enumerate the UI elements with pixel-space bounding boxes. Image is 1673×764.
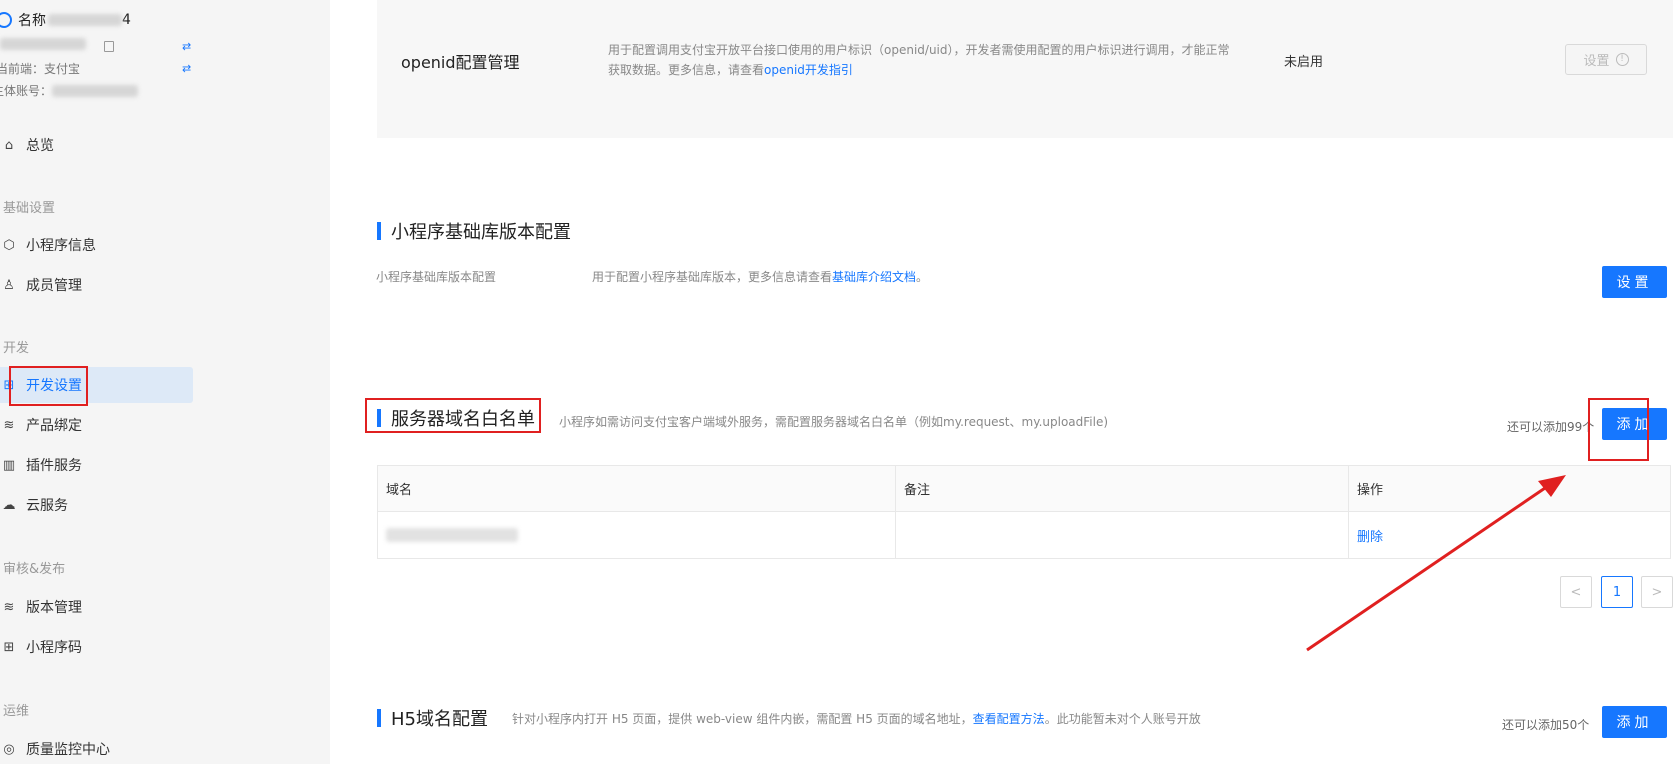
openid-guide-link[interactable]: openid开发指引	[764, 63, 853, 77]
table-row: 删除	[378, 512, 1670, 558]
platform-label: 当前端：	[0, 62, 45, 76]
base-lib-title-text: 小程序基础库版本配置	[391, 222, 571, 243]
nav-quality-center-label: 质量监控中心	[26, 742, 110, 758]
cell-action: 删除	[1349, 512, 1670, 558]
section-bar	[377, 709, 381, 727]
h5-config-method-link[interactable]: 查看配置方法	[973, 712, 1045, 726]
h5-domain-title: H5域名配置	[377, 705, 488, 731]
nav-cloud-service[interactable]: ☁ 云服务	[0, 487, 193, 523]
nav-cloud-service-label: 云服务	[26, 498, 68, 514]
annotation-box-add-button	[1588, 398, 1649, 461]
cube-icon: ⬡	[3, 237, 15, 253]
h5-domain-description: 针对小程序内打开 H5 页面，提供 web-view 组件内嵌，需配置 H5 页…	[512, 710, 1201, 727]
server-domain-table: 域名 备注 操作 删除	[377, 465, 1671, 559]
user-group-icon: ♙	[3, 277, 15, 293]
account-name-label: 名称	[18, 13, 46, 29]
copy-icon[interactable]	[104, 41, 114, 52]
nav-mini-info-label: 小程序信息	[26, 238, 96, 254]
nav-mini-info[interactable]: ⬡ 小程序信息	[0, 227, 193, 263]
annotation-box-server-domain	[365, 398, 541, 433]
cell-domain	[378, 512, 896, 558]
app-logo-icon	[0, 12, 12, 28]
server-domain-description: 小程序如需访问支付宝客户端域外服务，需配置服务器域名白名单（例如my.reque…	[559, 415, 1109, 429]
plugin-icon: ▥	[2, 457, 16, 473]
openid-status: 未启用	[1284, 55, 1324, 70]
cell-remark	[896, 512, 1349, 558]
nav-group-basic: 基础设置	[3, 201, 56, 216]
base-lib-desc-text: 用于配置小程序基础库版本，更多信息请查看	[592, 270, 833, 284]
nav-overview[interactable]: ⌂ 总览	[0, 127, 193, 163]
redacted-domain	[386, 528, 518, 542]
nav-mini-code-label: 小程序码	[26, 640, 82, 656]
pagination-page-1[interactable]: 1	[1601, 576, 1633, 608]
nav-plugin-service[interactable]: ▥ 插件服务	[0, 447, 193, 483]
platform-line: 当前端： 支付宝	[0, 60, 80, 77]
annotation-box-dev-settings	[9, 366, 88, 406]
layers-icon: ≋	[3, 599, 15, 615]
base-lib-description: 用于配置小程序基础库版本，更多信息请查看基础库介绍文档。	[592, 268, 928, 285]
delete-link[interactable]: 删除	[1357, 526, 1383, 545]
grid-icon: ⊞	[3, 639, 15, 655]
owner-label: 主体账号：	[0, 84, 53, 98]
base-lib-doc-link[interactable]: 基础库介绍文档	[832, 270, 916, 284]
openid-set-label: 设置	[1583, 54, 1610, 69]
col-remark: 备注	[896, 466, 1349, 511]
base-lib-title: 小程序基础库版本配置	[377, 218, 571, 244]
nav-version-mgmt-label: 版本管理	[26, 600, 82, 616]
section-bar	[377, 222, 381, 240]
nav-product-bind-label: 产品绑定	[26, 418, 82, 434]
h5-domain-title-text: H5域名配置	[391, 709, 488, 730]
openid-desc-text: 用于配置调用支付宝开放平台接口使用的用户标识（openid/uid），开发者需使…	[608, 43, 1230, 77]
nav-quality-center[interactable]: ◎ 质量监控中心	[0, 731, 193, 764]
col-action: 操作	[1357, 483, 1384, 498]
cloud-icon: ☁	[2, 497, 16, 513]
monitor-icon: ◎	[3, 741, 15, 757]
platform-value: 支付宝	[44, 62, 81, 76]
server-domain-remaining: 还可以添加99个	[1507, 420, 1595, 434]
account-name-tail: 4	[122, 12, 131, 28]
h5-domain-add-button[interactable]: 添加	[1602, 706, 1667, 738]
nav-plugin-service-label: 插件服务	[26, 458, 82, 474]
h5-desc-end: 。此功能暂未对个人账号开放	[1044, 712, 1201, 726]
h5-domain-remaining: 还可以添加50个	[1502, 718, 1590, 732]
redacted-app-id	[0, 38, 86, 50]
base-lib-set-button[interactable]: 设置	[1602, 266, 1667, 298]
openid-description: 用于配置调用支付宝开放平台接口使用的用户标识（openid/uid），开发者需使…	[608, 40, 1230, 80]
account-name: 名称 4	[0, 10, 131, 30]
owner-line: 主体账号：	[0, 82, 139, 99]
base-lib-row-label: 小程序基础库版本配置	[376, 270, 497, 284]
nav-members[interactable]: ♙ 成员管理	[0, 267, 193, 303]
home-icon: ⌂	[4, 137, 14, 153]
base-lib-desc-end: 。	[916, 270, 929, 284]
nav-group-release: 审核&发布	[3, 562, 66, 577]
openid-title: openid配置管理	[401, 53, 520, 72]
switch-icon[interactable]: ⇄	[182, 40, 191, 53]
layers-icon: ≋	[3, 417, 15, 433]
nav-mini-code[interactable]: ⊞ 小程序码	[0, 629, 193, 665]
nav-version-mgmt[interactable]: ≋ 版本管理	[0, 589, 193, 625]
h5-desc-text: 针对小程序内打开 H5 页面，提供 web-view 组件内嵌，需配置 H5 页…	[512, 712, 973, 726]
pagination-prev[interactable]: <	[1560, 576, 1592, 608]
openid-set-button[interactable]: 设置 !	[1565, 44, 1647, 75]
nav-overview-label: 总览	[26, 138, 54, 154]
app-id-line	[0, 38, 86, 50]
nav-group-ops: 运维	[3, 704, 30, 719]
info-icon: !	[1615, 53, 1629, 66]
nav-group-dev: 开发	[3, 341, 30, 356]
col-domain: 域名	[378, 466, 896, 511]
nav-product-bind[interactable]: ≋ 产品绑定	[0, 407, 193, 443]
nav-members-label: 成员管理	[26, 278, 82, 294]
table-header: 域名 备注 操作	[378, 466, 1670, 512]
redacted-text	[48, 14, 122, 26]
redacted-owner	[52, 84, 139, 97]
pagination-next[interactable]: >	[1641, 576, 1673, 608]
switch-platform-icon[interactable]: ⇄	[182, 62, 191, 75]
